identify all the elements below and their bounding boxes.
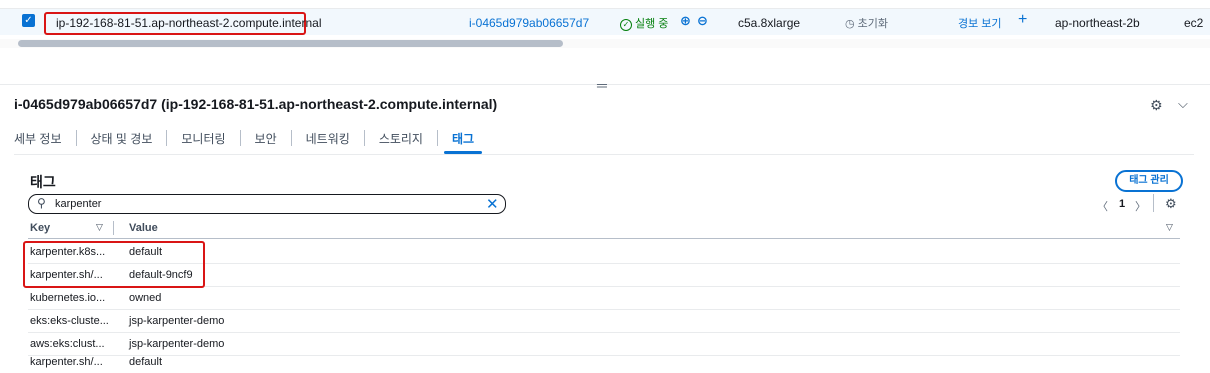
add-alarm-icon[interactable]: + [1018,11,1027,29]
view-alarms-link[interactable]: 경보 보기 [958,15,1002,31]
tag-value: jsp-karpenter-demo [129,315,225,327]
tag-key: kubernetes.io... [30,292,106,304]
column-resizer[interactable] [113,221,114,235]
table-settings-icon[interactable]: ⚙ [1165,196,1177,212]
instance-type: c5a.8xlarge [738,16,801,30]
horizontal-scrollbar-thumb[interactable] [18,40,563,47]
tag-value: jsp-karpenter-demo [129,338,225,350]
table-header-divider [28,238,1180,239]
clear-search-icon[interactable]: ✕ [486,195,499,213]
settings-icon[interactable]: ⚙ [1150,97,1163,114]
next-page-icon[interactable]: 〉 [1135,198,1146,214]
tag-key: aws:eks:clust... [30,338,105,350]
tag-key: karpenter.sh/... [30,356,103,368]
search-icon: ⚲ [37,196,46,210]
clock-icon: ◷ [845,18,858,30]
table-row: eks:eks-cluste... jsp-karpenter-demo [28,310,1180,333]
current-page[interactable]: 1 [1119,198,1125,210]
tab-security[interactable]: 보안 [241,124,291,154]
status-check: ◷ 초기화 [845,15,888,31]
row-checkbox[interactable]: ✓ [22,14,35,27]
table-row: kubernetes.io... owned [28,287,1180,310]
instance-id-link[interactable]: i-0465d979ab06657d7 [469,16,589,30]
tab-monitoring[interactable]: 모니터링 [167,124,239,154]
tags-section-title: 태그 [30,174,56,190]
tab-networking[interactable]: 네트워킹 [292,124,364,154]
tag-search-value[interactable]: karpenter [55,198,101,210]
instance-state: ✓ 실행 중 [620,15,668,31]
manage-tags-button[interactable]: 태그 관리 [1115,170,1183,192]
tab-tags[interactable]: 태그 [438,124,488,154]
chevron-down-icon[interactable]: ⌵ [1178,96,1188,112]
instance-hostname[interactable]: ip-192-168-81-51.ap-northeast-2.compute.… [56,16,322,30]
pager-divider [1153,194,1154,212]
table-row: karpenter.sh/... default [28,351,1180,373]
tab-status-alarms[interactable]: 상태 및 경보 [77,124,167,154]
availability-zone: ap-northeast-2b [1055,16,1140,30]
check-circle-icon: ✓ [620,19,632,31]
tag-key: eks:eks-cluste... [30,315,109,327]
status-check-label: 초기화 [857,18,889,30]
sort-icon[interactable]: ▽ [1166,222,1173,233]
zoom-in-icon[interactable]: ⊕ [680,13,691,29]
drag-handle-icon[interactable]: ═ [597,78,607,92]
tab-storage[interactable]: 스토리지 [365,124,437,154]
tag-value: owned [129,292,162,304]
karpenter-tags-highlight-box [23,241,205,288]
instance-state-label: 실행 중 [635,18,669,30]
prev-page-icon[interactable]: 〈 [1097,198,1108,214]
tabs-underline [14,154,1194,155]
detail-title: i-0465d979ab06657d7 (ip-192-168-81-51.ap… [14,96,498,112]
zoom-out-icon[interactable]: ⊖ [697,13,708,29]
detail-tabs: 세부 정보 상태 및 경보 모니터링 보안 네트워킹 스토리지 태그 [14,124,488,155]
tab-details[interactable]: 세부 정보 [14,124,76,154]
column-header-value[interactable]: Value [129,222,158,234]
tag-value: default [129,356,163,368]
column-header-key[interactable]: Key [30,222,50,234]
truncated-column-value: ec2 [1184,16,1204,30]
sort-icon[interactable]: ▽ [96,222,103,233]
